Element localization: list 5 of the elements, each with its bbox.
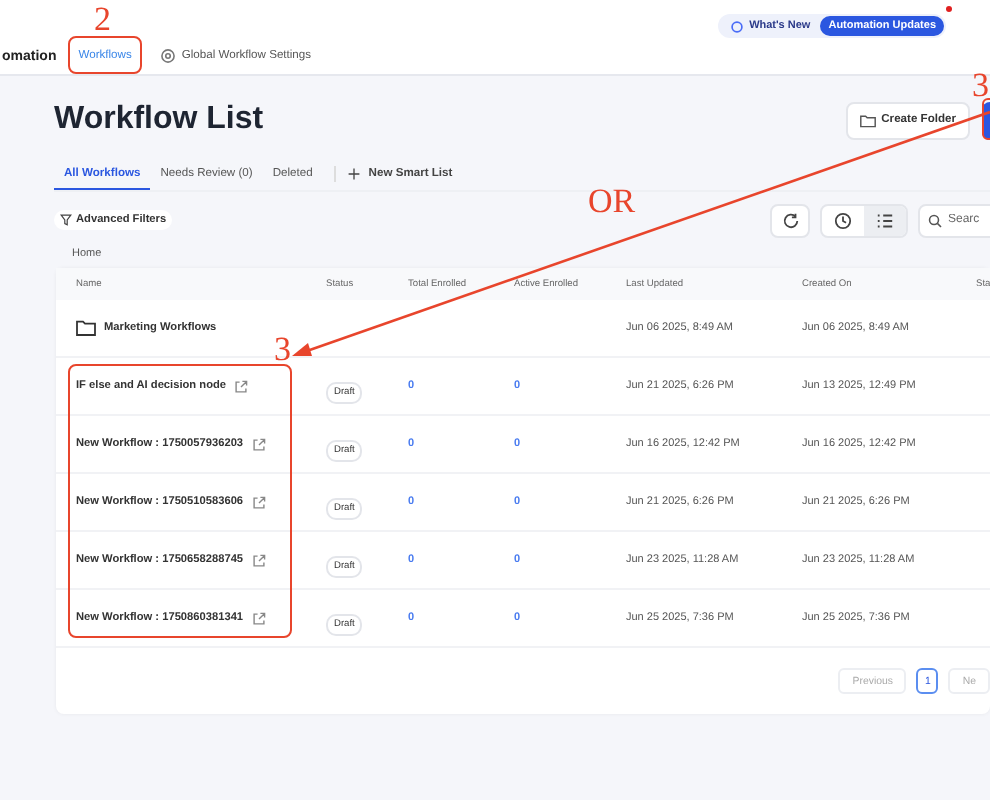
annotation-number: 3 xyxy=(972,68,989,102)
annotation-number: 2 xyxy=(94,2,111,36)
page-title: Workflow List xyxy=(54,102,264,138)
annotation-text: OR xyxy=(588,184,636,218)
annotation-number: 3 xyxy=(274,332,291,366)
